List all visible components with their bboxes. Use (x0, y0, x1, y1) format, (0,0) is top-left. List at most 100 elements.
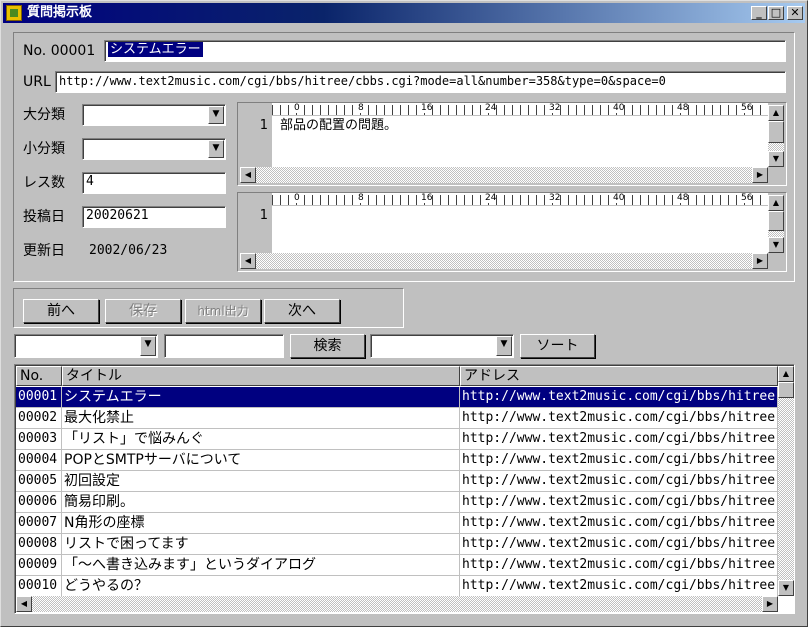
answer-editor[interactable]: 0 8 16 24 32 40 48 56 1 ▲ ▼ ◀ ▶ (237, 192, 787, 272)
chevron-down-icon[interactable]: ▼ (208, 140, 224, 158)
table-horizontal-scrollbar[interactable]: ◀ ▶ (16, 596, 778, 612)
ruler-mark: 56 (741, 193, 753, 203)
reply-count-label: レス数 (23, 175, 65, 191)
scroll-right-icon[interactable]: ▶ (752, 253, 768, 269)
row-no: 00004 (16, 450, 62, 471)
scroll-up-icon[interactable]: ▲ (768, 195, 784, 211)
row-title: 初回設定 (62, 471, 460, 492)
column-header-title[interactable]: タイトル (62, 366, 460, 386)
row-no: 00010 (16, 576, 62, 597)
scroll-left-icon[interactable]: ◀ (16, 596, 32, 612)
no-label: No. 00001 (23, 43, 96, 59)
updated-date-value: 2002/06/23 (89, 243, 168, 258)
table-row[interactable]: 00004 POPとSMTPサーバについて http://www.text2mu… (16, 450, 778, 471)
scroll-down-icon[interactable]: ▼ (778, 580, 794, 596)
row-title: リストで困ってます (62, 534, 460, 555)
ruler-mark: 24 (485, 103, 497, 113)
horizontal-scrollbar[interactable]: ◀ ▶ (240, 167, 768, 183)
next-button[interactable]: 次へ (264, 299, 340, 323)
row-title: システムエラー (62, 387, 460, 408)
scroll-left-icon[interactable]: ◀ (240, 253, 256, 269)
scroll-up-icon[interactable]: ▲ (778, 366, 794, 382)
chevron-down-icon[interactable]: ▼ (496, 336, 512, 356)
search-field-select[interactable]: ▼ (14, 334, 158, 358)
table-row[interactable]: 00007 N角形の座標 http://www.text2music.com/c… (16, 513, 778, 534)
row-address: http://www.text2music.com/cgi/bbs/hitree (460, 387, 778, 408)
row-no: 00003 (16, 429, 62, 450)
scroll-thumb[interactable] (768, 121, 784, 143)
save-button[interactable]: 保存 (105, 299, 181, 323)
row-no: 00006 (16, 492, 62, 513)
row-address: http://www.text2music.com/cgi/bbs/hitree (460, 471, 778, 492)
ruler (272, 195, 768, 205)
scroll-right-icon[interactable]: ▶ (762, 596, 778, 612)
row-address: http://www.text2music.com/cgi/bbs/hitree (460, 576, 778, 597)
column-header-no[interactable]: No. (16, 366, 62, 386)
row-no: 00008 (16, 534, 62, 555)
chevron-down-icon[interactable]: ▼ (140, 336, 156, 356)
table-row[interactable]: 00010 どうやるの？ http://www.text2music.com/c… (16, 576, 778, 597)
row-no: 00005 (16, 471, 62, 492)
row-address: http://www.text2music.com/cgi/bbs/hitree (460, 408, 778, 429)
subcategory-select[interactable]: ▼ (82, 138, 226, 160)
scroll-down-icon[interactable]: ▼ (768, 151, 784, 167)
table-row[interactable]: 00001 システムエラー http://www.text2music.com/… (16, 387, 778, 408)
question-text[interactable]: 部品の配置の問題。 (272, 116, 768, 167)
ruler-mark: 32 (549, 103, 561, 113)
ruler-mark: 16 (421, 103, 433, 113)
chevron-down-icon[interactable]: ▼ (208, 106, 224, 124)
table-row[interactable]: 00006 簡易印刷。 http://www.text2music.com/cg… (16, 492, 778, 513)
title-field[interactable]: システムエラー (104, 40, 786, 62)
posted-date-field[interactable]: 20020621 (82, 206, 226, 228)
ruler (272, 105, 768, 115)
line-number: 1 (240, 116, 272, 167)
table-row[interactable]: 00003 「リスト」で悩みんぐ http://www.text2music.c… (16, 429, 778, 450)
scroll-right-icon[interactable]: ▶ (752, 167, 768, 183)
horizontal-scrollbar[interactable]: ◀ ▶ (240, 253, 768, 269)
row-title: POPとSMTPサーバについて (62, 450, 460, 471)
table-row[interactable]: 00005 初回設定 http://www.text2music.com/cgi… (16, 471, 778, 492)
answer-text[interactable] (272, 206, 768, 253)
reply-count-field[interactable]: 4 (82, 172, 226, 194)
ruler-mark: 24 (485, 193, 497, 203)
ruler-mark: 32 (549, 193, 561, 203)
row-no: 00001 (16, 387, 62, 408)
sort-button[interactable]: ソート (520, 334, 595, 358)
app-icon (6, 5, 22, 21)
scroll-up-icon[interactable]: ▲ (768, 105, 784, 121)
ruler-mark: 40 (613, 193, 625, 203)
row-title: 「リスト」で悩みんぐ (62, 429, 460, 450)
ruler-mark: 8 (358, 103, 364, 113)
row-title: 簡易印刷。 (62, 492, 460, 513)
table-row[interactable]: 00008 リストで困ってます http://www.text2music.co… (16, 534, 778, 555)
table-row[interactable]: 00002 最大化禁止 http://www.text2music.com/cg… (16, 408, 778, 429)
scroll-thumb[interactable] (768, 211, 784, 231)
table-vertical-scrollbar[interactable]: ▲ ▼ (778, 366, 794, 596)
column-header-address[interactable]: アドレス (460, 366, 778, 386)
question-editor[interactable]: 0 8 16 24 32 40 48 56 1 部品の配置の問題。 ▲ ▼ ◀ … (237, 102, 787, 186)
row-no: 00007 (16, 513, 62, 534)
subcategory-label: 小分類 (23, 141, 65, 157)
table-row[interactable]: 00009 「〜へ書き込みます」というダイアログ http://www.text… (16, 555, 778, 576)
ruler-mark: 0 (294, 103, 300, 113)
ruler-mark: 48 (677, 193, 689, 203)
ruler-mark: 0 (294, 193, 300, 203)
category-select[interactable]: ▼ (82, 104, 226, 126)
row-no: 00002 (16, 408, 62, 429)
html-export-button[interactable]: html出力 (185, 299, 261, 323)
url-field[interactable]: http://www.text2music.com/cgi/bbs/hitree… (55, 71, 786, 93)
search-input[interactable] (164, 334, 284, 358)
minimize-button[interactable]: _ (751, 6, 767, 20)
scroll-thumb[interactable] (778, 382, 794, 398)
search-button[interactable]: 検索 (290, 334, 365, 358)
close-button[interactable]: ✕ (787, 6, 803, 20)
maximize-button[interactable]: □ (768, 6, 784, 20)
scroll-down-icon[interactable]: ▼ (768, 237, 784, 253)
thread-list[interactable]: No. タイトル アドレス 00001 システムエラー http://www.t… (14, 364, 795, 614)
prev-button[interactable]: 前へ (23, 299, 99, 323)
vertical-scrollbar[interactable]: ▲ ▼ (768, 105, 784, 167)
scroll-left-icon[interactable]: ◀ (240, 167, 256, 183)
title-bar[interactable]: 質問掲示板 _ □ ✕ (3, 3, 805, 23)
sort-select[interactable]: ▼ (370, 334, 514, 358)
vertical-scrollbar[interactable]: ▲ ▼ (768, 195, 784, 253)
